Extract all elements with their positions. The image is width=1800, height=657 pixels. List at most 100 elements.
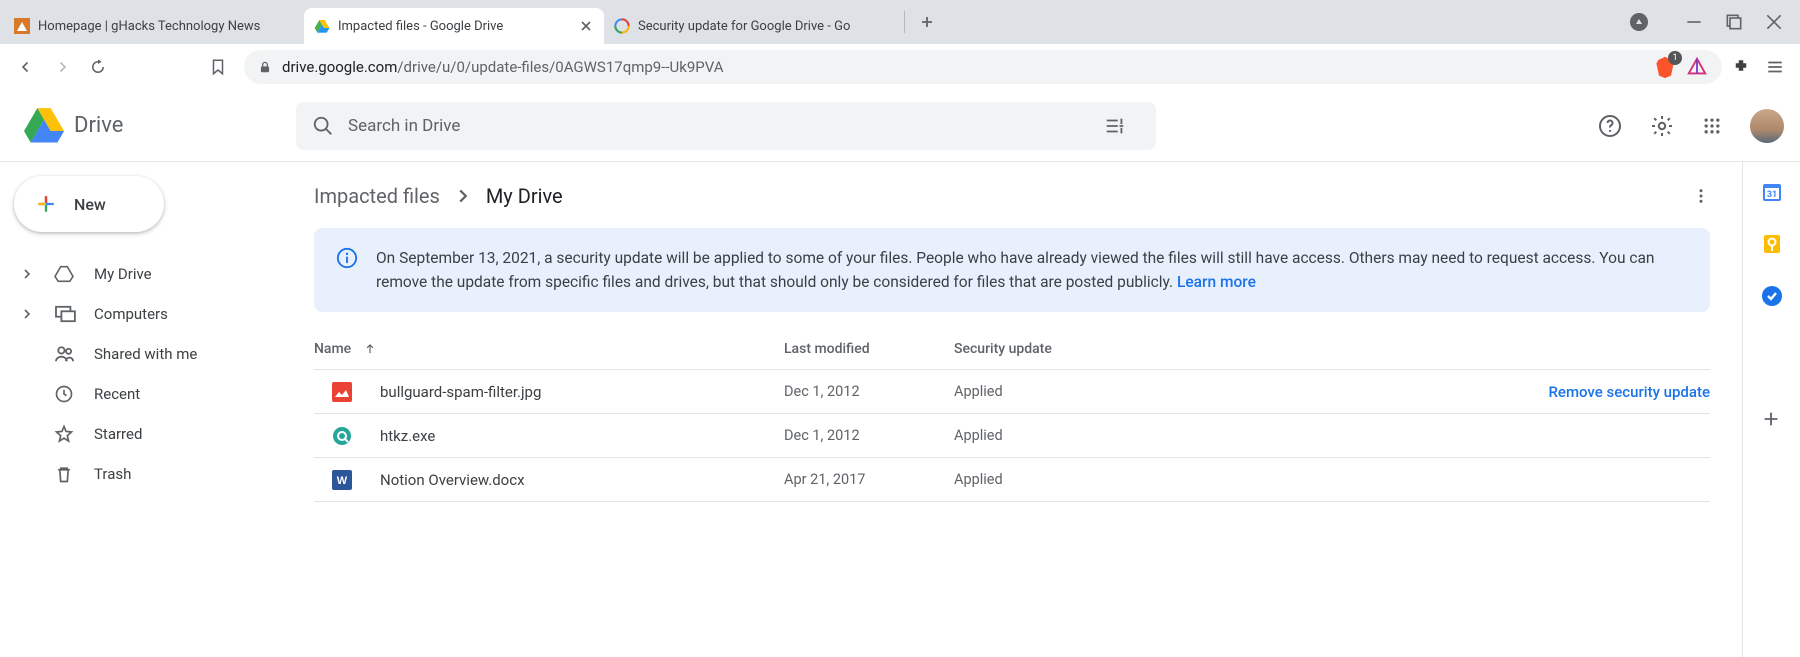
star-icon: [54, 424, 76, 444]
new-label: New: [74, 195, 106, 214]
column-security[interactable]: Security update: [954, 341, 1164, 357]
ghacks-favicon: [14, 18, 30, 34]
learn-more-link[interactable]: Learn more: [1177, 273, 1256, 291]
reload-button[interactable]: [82, 51, 114, 83]
breadcrumb-root[interactable]: Impacted files: [314, 184, 440, 208]
banner-text: On September 13, 2021, a security update…: [376, 246, 1688, 294]
computers-icon: [54, 305, 76, 323]
table-row[interactable]: bullguard-spam-filter.jpg Dec 1, 2012 Ap…: [314, 370, 1710, 414]
drive-logo[interactable]: Drive: [16, 108, 296, 144]
maximize-icon[interactable]: [1726, 14, 1742, 30]
search-filter-icon[interactable]: [1104, 115, 1140, 137]
nav-label: Computers: [94, 305, 168, 323]
nav-label: My Drive: [94, 265, 152, 283]
search-placeholder: Search in Drive: [348, 116, 460, 136]
browser-tab-active[interactable]: Impacted files - Google Drive: [304, 8, 604, 44]
lock-icon[interactable]: [258, 60, 272, 74]
nav-shared[interactable]: Shared with me: [14, 334, 300, 374]
side-panel: 31: [1742, 162, 1800, 657]
trash-icon: [54, 464, 76, 484]
tasks-icon[interactable]: [1760, 284, 1784, 308]
browser-tab[interactable]: Security update for Google Drive - Go: [604, 8, 904, 44]
chevron-right-icon[interactable]: [22, 309, 36, 319]
file-name: Notion Overview.docx: [380, 471, 525, 489]
apps-icon[interactable]: [1702, 116, 1722, 136]
brave-shields-icon[interactable]: 1: [1654, 55, 1676, 79]
close-window-icon[interactable]: [1766, 14, 1782, 30]
file-table: Name Last modified Security update bullg…: [314, 328, 1710, 502]
close-tab-icon[interactable]: [578, 18, 594, 34]
file-security: Applied: [954, 427, 1164, 444]
plus-icon: [32, 190, 60, 218]
add-addon-icon[interactable]: [1760, 408, 1784, 432]
forward-button[interactable]: [46, 51, 78, 83]
main-area: New My Drive Computers Shared with me: [0, 162, 1800, 657]
nav-label: Trash: [94, 465, 131, 483]
file-modified: Dec 1, 2012: [784, 383, 954, 400]
nav-recent[interactable]: Recent: [14, 374, 300, 414]
minimize-icon[interactable]: [1686, 14, 1702, 30]
table-row[interactable]: htkz.exe Dec 1, 2012 Applied: [314, 414, 1710, 458]
file-modified: Apr 21, 2017: [784, 471, 954, 488]
word-file-icon: W: [332, 470, 352, 490]
search-input[interactable]: Search in Drive: [296, 102, 1156, 150]
search-icon: [312, 115, 334, 137]
sidebar: New My Drive Computers Shared with me: [0, 162, 300, 657]
brave-rewards-icon[interactable]: [1686, 56, 1708, 78]
url-text: drive.google.com/drive/u/0/update-files/…: [282, 58, 724, 76]
breadcrumb-current[interactable]: My Drive: [486, 184, 563, 208]
shields-count: 1: [1668, 51, 1682, 65]
toolbar: drive.google.com/drive/u/0/update-files/…: [0, 44, 1800, 90]
nav-label: Starred: [94, 425, 142, 443]
profile-indicator-icon[interactable]: [1630, 13, 1648, 31]
keep-icon[interactable]: [1760, 232, 1784, 256]
browser-menu-icon[interactable]: [1766, 58, 1784, 76]
people-icon: [54, 345, 76, 363]
more-options-icon[interactable]: [1692, 187, 1710, 205]
nav-label: Shared with me: [94, 345, 197, 363]
drive-header: Drive Search in Drive: [0, 90, 1800, 162]
table-header: Name Last modified Security update: [314, 328, 1710, 370]
file-name: bullguard-spam-filter.jpg: [380, 383, 541, 401]
nav-trash[interactable]: Trash: [14, 454, 300, 494]
new-button[interactable]: New: [14, 176, 164, 232]
remove-security-update-link[interactable]: Remove security update: [1164, 383, 1710, 401]
extensions-icon[interactable]: [1732, 58, 1750, 76]
bookmark-button[interactable]: [202, 51, 234, 83]
nav-starred[interactable]: Starred: [14, 414, 300, 454]
back-button[interactable]: [10, 51, 42, 83]
info-banner: On September 13, 2021, a security update…: [314, 228, 1710, 312]
column-name[interactable]: Name: [314, 341, 784, 357]
browser-tab[interactable]: Homepage | gHacks Technology News: [4, 8, 304, 44]
nav-computers[interactable]: Computers: [14, 294, 300, 334]
browser-chrome: Homepage | gHacks Technology News Impact…: [0, 0, 1800, 90]
svg-text:31: 31: [1766, 190, 1776, 200]
content: Impacted files My Drive On September 13,…: [300, 162, 1742, 657]
nav-my-drive[interactable]: My Drive: [14, 254, 300, 294]
chevron-right-icon: [456, 189, 470, 203]
address-bar[interactable]: drive.google.com/drive/u/0/update-files/…: [244, 50, 1722, 84]
drive-favicon: [314, 18, 330, 34]
help-icon[interactable]: [1598, 114, 1622, 138]
header-icons: [1598, 109, 1784, 143]
file-security: Applied: [954, 471, 1164, 488]
tab-title: Impacted files - Google Drive: [338, 19, 570, 34]
extensions-area: [1732, 58, 1790, 76]
account-avatar[interactable]: [1750, 109, 1784, 143]
file-security: Applied: [954, 383, 1164, 400]
chevron-right-icon[interactable]: [22, 269, 36, 279]
calendar-icon[interactable]: 31: [1760, 180, 1784, 204]
tab-title: Homepage | gHacks Technology News: [38, 19, 294, 34]
sort-ascending-icon: [363, 342, 377, 356]
tab-separator: [904, 11, 905, 33]
table-row[interactable]: W Notion Overview.docx Apr 21, 2017 Appl…: [314, 458, 1710, 502]
tab-strip: Homepage | gHacks Technology News Impact…: [0, 0, 1800, 44]
nav-list: My Drive Computers Shared with me Recent: [14, 254, 300, 494]
settings-icon[interactable]: [1650, 114, 1674, 138]
tab-title: Security update for Google Drive - Go: [638, 19, 894, 34]
exe-file-icon: [332, 426, 352, 446]
nav-label: Recent: [94, 385, 140, 403]
clock-icon: [54, 384, 76, 404]
new-tab-button[interactable]: [913, 8, 941, 36]
column-modified[interactable]: Last modified: [784, 341, 954, 357]
